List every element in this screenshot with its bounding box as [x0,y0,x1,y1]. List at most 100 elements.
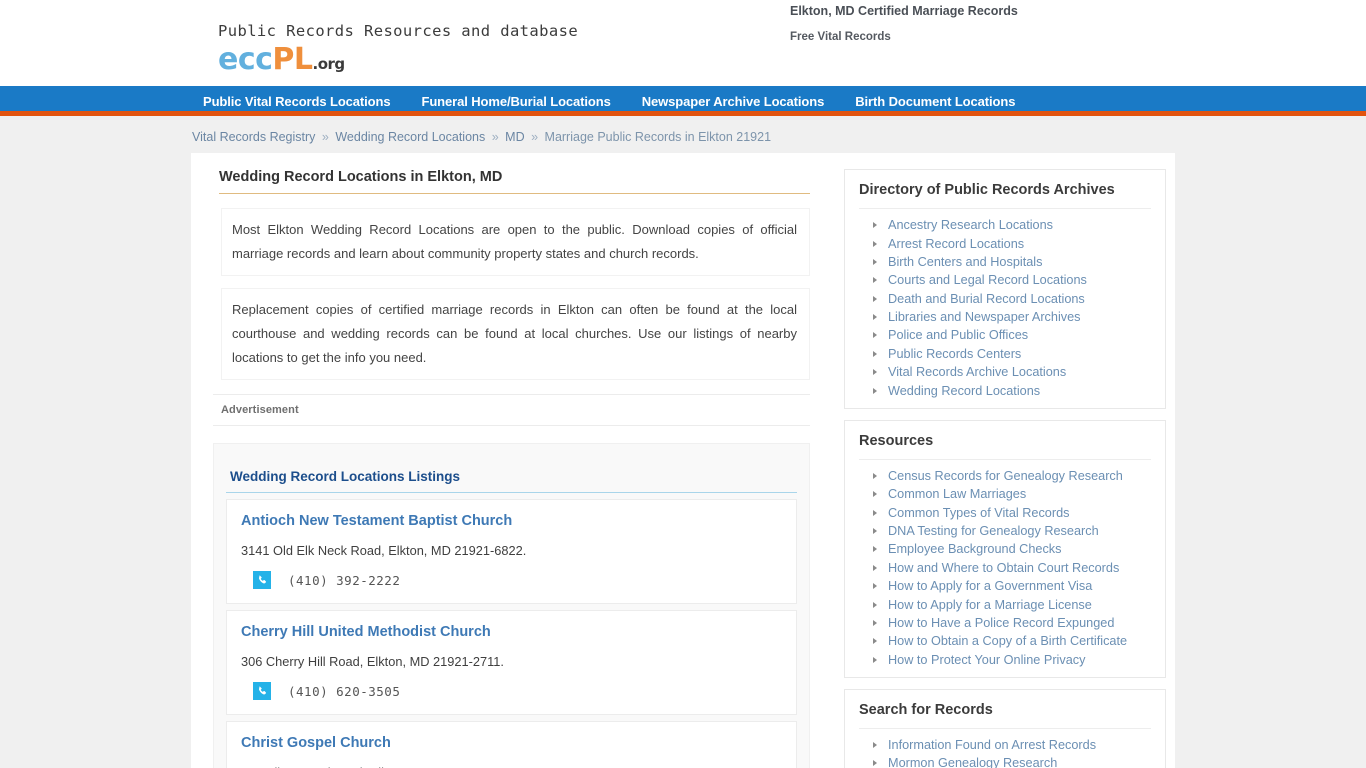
sidebar-list-item[interactable]: Information Found on Arrest Records [859,736,1151,754]
sidebar-list-item[interactable]: Common Types of Vital Records [859,504,1151,522]
sidebar-list-item[interactable]: DNA Testing for Genealogy Research [859,522,1151,540]
listing-phone-number[interactable]: (410) 620-3505 [288,684,400,699]
sidebar: Directory of Public Records Archives Anc… [834,153,1175,768]
triangle-bullet-icon [873,528,877,535]
sidebar-list-item[interactable]: Vital Records Archive Locations [859,363,1151,381]
nav-items-container: Public Vital Records Locations Funeral H… [0,86,1366,116]
listing-item[interactable]: Cherry Hill United Methodist Church 306 … [226,610,797,715]
sidebar-link-birth-centers-and-hospitals[interactable]: Birth Centers and Hospitals [888,255,1042,269]
sidebar-link-list: Ancestry Research Locations Arrest Recor… [859,216,1151,400]
sidebar-link-vital-records-archive-locations[interactable]: Vital Records Archive Locations [888,365,1066,379]
triangle-bullet-icon [873,564,877,571]
sidebar-link-information-found-on-arrest-records[interactable]: Information Found on Arrest Records [888,738,1096,752]
sidebar-link-death-and-burial-record-locations[interactable]: Death and Burial Record Locations [888,292,1085,306]
triangle-bullet-icon [873,472,877,479]
triangle-bullet-icon [873,656,877,663]
listings-section: Wedding Record Locations Listings Antioc… [213,443,810,768]
sidebar-list-item[interactable]: How to Apply for a Government Visa [859,577,1151,595]
header-right-text: Elkton, MD Certified Marriage Records Fr… [790,4,1018,43]
sidebar-list-item[interactable]: How to Have a Police Record Expunged [859,614,1151,632]
listing-name[interactable]: Christ Gospel Church [241,735,782,751]
sidebar-link-how-to-have-a-police-record-expunged[interactable]: How to Have a Police Record Expunged [888,616,1114,630]
brand-block[interactable]: Public Records Resources and database ec… [218,22,578,75]
sidebar-list-item[interactable]: Common Law Marriages [859,485,1151,503]
sidebar-list-item[interactable]: Census Records for Genealogy Research [859,467,1151,485]
sidebar-link-list: Census Records for Genealogy Research Co… [859,467,1151,669]
sidebar-list-item[interactable]: How to Apply for a Marriage License [859,595,1151,613]
sidebar-list-item[interactable]: How and Where to Obtain Court Records [859,559,1151,577]
sidebar-link-ancestry-research-locations[interactable]: Ancestry Research Locations [888,218,1053,232]
sidebar-list-item[interactable]: Mormon Genealogy Research [859,754,1151,768]
sidebar-link-police-and-public-offices[interactable]: Police and Public Offices [888,328,1028,342]
breadcrumb-separator: » [321,130,329,144]
triangle-bullet-icon [873,742,877,749]
sidebar-list-item[interactable]: Libraries and Newspaper Archives [859,308,1151,326]
listing-name[interactable]: Antioch New Testament Baptist Church [241,513,782,529]
sidebar-link-how-to-protect-your-online-privacy[interactable]: How to Protect Your Online Privacy [888,653,1085,667]
breadcrumb-item-wedding-record-locations[interactable]: Wedding Record Locations [335,130,485,144]
advertisement-bottom-divider [213,425,810,426]
nav-item-public-vital-records-locations[interactable]: Public Vital Records Locations [203,94,391,109]
listing-address: 306 Cherry Hill Road, Elkton, MD 21921-2… [241,654,504,669]
triangle-bullet-icon [873,240,877,247]
sidebar-link-list: Information Found on Arrest Records Morm… [859,736,1151,768]
sidebar-box-title: Directory of Public Records Archives [859,182,1151,209]
nav-item-birth-document-locations[interactable]: Birth Document Locations [855,94,1015,109]
sidebar-list-item[interactable]: Arrest Record Locations [859,234,1151,252]
sidebar-box-directory: Directory of Public Records Archives Anc… [844,169,1166,409]
header-headline: Elkton, MD Certified Marriage Records [790,4,1018,18]
sidebar-link-mormon-genealogy-research[interactable]: Mormon Genealogy Research [888,756,1057,768]
sidebar-link-arrest-record-locations[interactable]: Arrest Record Locations [888,237,1024,251]
triangle-bullet-icon [873,387,877,394]
listing-phone-number[interactable]: (410) 392-2222 [288,573,400,588]
sidebar-list-item[interactable]: Employee Background Checks [859,540,1151,558]
triangle-bullet-icon [873,258,877,265]
sidebar-list-item[interactable]: Courts and Legal Record Locations [859,271,1151,289]
sidebar-link-common-law-marriages[interactable]: Common Law Marriages [888,487,1026,501]
sidebar-link-public-records-centers[interactable]: Public Records Centers [888,347,1021,361]
breadcrumb-item-md[interactable]: MD [505,130,524,144]
triangle-bullet-icon [873,601,877,608]
phone-icon [253,682,271,700]
sidebar-link-how-to-obtain-a-copy-of-a-birth-certificate[interactable]: How to Obtain a Copy of a Birth Certific… [888,634,1127,648]
sidebar-list-item[interactable]: Death and Burial Record Locations [859,290,1151,308]
sidebar-box-title: Resources [859,433,1151,460]
sidebar-box-title: Search for Records [859,702,1151,729]
brand-tagline: Public Records Resources and database [218,22,579,40]
breadcrumb-item-current: Marriage Public Records in Elkton 21921 [544,130,772,144]
triangle-bullet-icon [873,583,877,590]
sidebar-link-wedding-record-locations[interactable]: Wedding Record Locations [888,384,1040,398]
sidebar-link-how-to-apply-for-a-marriage-license[interactable]: How to Apply for a Marriage License [888,598,1092,612]
main-navigation: Public Vital Records Locations Funeral H… [0,86,1366,116]
triangle-bullet-icon [873,638,877,645]
sidebar-list-item[interactable]: How to Protect Your Online Privacy [859,651,1151,669]
header-subline: Free Vital Records [790,30,891,43]
sidebar-link-how-and-where-to-obtain-court-records[interactable]: How and Where to Obtain Court Records [888,561,1119,575]
sidebar-link-census-records-for-genealogy-research[interactable]: Census Records for Genealogy Research [888,469,1123,483]
triangle-bullet-icon [873,295,877,302]
sidebar-link-dna-testing-for-genealogy-research[interactable]: DNA Testing for Genealogy Research [888,524,1099,538]
triangle-bullet-icon [873,760,877,767]
sidebar-list-item[interactable]: Public Records Centers [859,345,1151,363]
sidebar-list-item[interactable]: Birth Centers and Hospitals [859,253,1151,271]
nav-item-funeral-home-burial-locations[interactable]: Funeral Home/Burial Locations [421,94,610,109]
sidebar-link-libraries-and-newspaper-archives[interactable]: Libraries and Newspaper Archives [888,310,1081,324]
sidebar-link-common-types-of-vital-records[interactable]: Common Types of Vital Records [888,506,1069,520]
sidebar-link-courts-and-legal-record-locations[interactable]: Courts and Legal Record Locations [888,273,1087,287]
sidebar-list-item[interactable]: Wedding Record Locations [859,381,1151,399]
listing-item[interactable]: Christ Gospel Church 603 Elkton Boulevar… [226,721,797,768]
breadcrumb-item-vital-records-registry[interactable]: Vital Records Registry [192,130,315,144]
listing-phone-row: (410) 392-2222 [241,571,782,589]
breadcrumb: Vital Records Registry » Wedding Record … [0,116,1366,153]
sidebar-link-employee-background-checks[interactable]: Employee Background Checks [888,542,1062,556]
sidebar-list-item[interactable]: Police and Public Offices [859,326,1151,344]
sidebar-list-item[interactable]: Ancestry Research Locations [859,216,1151,234]
sidebar-list-item[interactable]: How to Obtain a Copy of a Birth Certific… [859,632,1151,650]
listing-item[interactable]: Antioch New Testament Baptist Church 314… [226,499,797,604]
nav-item-newspaper-archive-locations[interactable]: Newspaper Archive Locations [642,94,825,109]
page-title: Wedding Record Locations in Elkton, MD [219,169,810,194]
site-logo[interactable]: eccPL.org [218,45,578,75]
sidebar-link-how-to-apply-for-a-government-visa[interactable]: How to Apply for a Government Visa [888,579,1092,593]
listing-name[interactable]: Cherry Hill United Methodist Church [241,624,782,640]
breadcrumb-separator: » [491,130,499,144]
